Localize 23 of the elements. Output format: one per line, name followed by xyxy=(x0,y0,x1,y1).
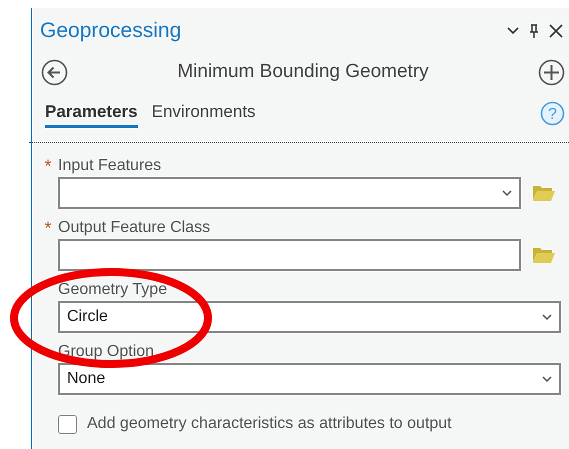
chevron-down-icon xyxy=(542,376,552,382)
dropdown-field[interactable] xyxy=(58,177,521,209)
parameter-label: Output Feature Class xyxy=(58,218,210,238)
required-mark: * xyxy=(43,157,52,175)
dropdown-field[interactable]: None xyxy=(58,363,561,395)
pane-title: Geoprocessing xyxy=(40,18,182,44)
parameter-label: Input Features xyxy=(58,156,162,176)
dropdown-field[interactable]: Circle xyxy=(58,301,561,333)
tab[interactable]: Environments xyxy=(152,98,256,128)
required-mark: * xyxy=(43,219,52,237)
checkbox-label: Add geometry characteristics as attributes to output xyxy=(87,414,452,434)
close-icon[interactable] xyxy=(549,24,563,38)
chevron-down-icon xyxy=(502,190,512,196)
pin-icon[interactable] xyxy=(529,24,539,38)
tool-title: Minimum Bounding Geometry xyxy=(176,60,430,84)
chevron-down-icon xyxy=(542,314,552,320)
tab[interactable]: Parameters xyxy=(45,98,138,128)
back-icon[interactable] xyxy=(41,58,68,86)
parameter-label: Geometry Type xyxy=(58,280,168,300)
checkbox[interactable] xyxy=(58,414,77,434)
add-icon[interactable] xyxy=(538,58,565,86)
chevron-down-icon[interactable] xyxy=(507,27,519,35)
input-field[interactable] xyxy=(58,239,521,271)
